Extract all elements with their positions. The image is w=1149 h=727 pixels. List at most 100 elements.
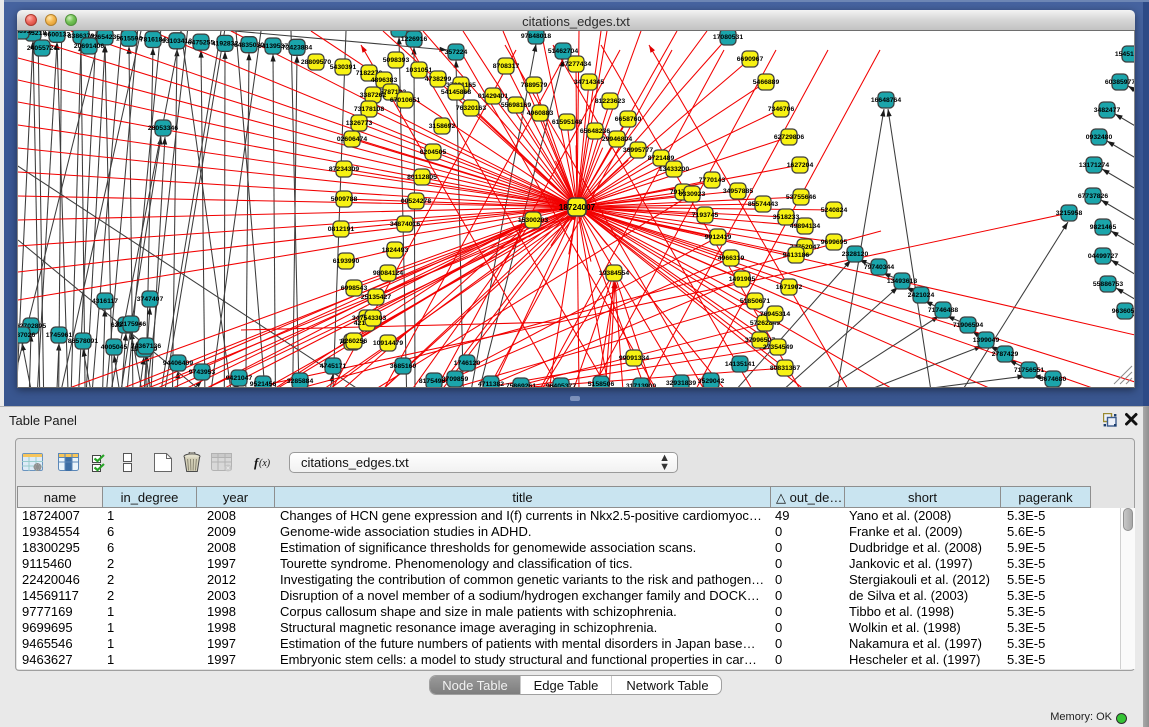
svg-text:0932480: 0932480 (1086, 134, 1113, 141)
svg-text:1326773: 1326773 (346, 120, 373, 127)
svg-text:96405377: 96405377 (546, 383, 576, 388)
svg-text:60385977: 60385977 (1105, 79, 1135, 86)
svg-text:3387262: 3387262 (360, 92, 387, 99)
svg-text:81223623: 81223623 (595, 98, 625, 105)
svg-text:71906594: 71906594 (953, 322, 983, 329)
svg-text:1627204: 1627204 (787, 162, 814, 169)
svg-text:34714345: 34714345 (574, 79, 604, 86)
svg-text:67010651: 67010651 (390, 97, 420, 104)
svg-text:0812191: 0812191 (328, 226, 355, 233)
svg-text:9821465: 9821465 (1090, 224, 1117, 231)
svg-text:5674680: 5674680 (1040, 376, 1067, 383)
svg-text:27354549: 27354549 (763, 344, 793, 351)
svg-text:7889579: 7889579 (521, 82, 548, 89)
svg-text:01429401: 01429401 (478, 93, 508, 100)
svg-text:15451680: 15451680 (1115, 51, 1135, 58)
svg-text:31713900: 31713900 (626, 383, 656, 388)
svg-text:67737826: 67737826 (1078, 193, 1108, 200)
svg-text:99091334: 99091334 (619, 355, 649, 362)
svg-text:0330923: 0330923 (679, 191, 706, 198)
svg-text:3709859: 3709859 (442, 376, 469, 383)
svg-text:85574443: 85574443 (748, 201, 778, 208)
svg-text:28809570: 28809570 (301, 59, 331, 66)
svg-text:10914479: 10914479 (373, 340, 403, 347)
svg-text:32931839: 32931839 (666, 380, 696, 387)
svg-text:8708317: 8708317 (493, 63, 520, 70)
svg-text:1824493: 1824493 (382, 247, 409, 254)
svg-text:55698169: 55698169 (501, 102, 531, 109)
svg-text:00524278: 00524278 (401, 198, 431, 205)
svg-text:62729806: 62729806 (774, 134, 804, 141)
svg-text:3158692: 3158692 (429, 123, 456, 130)
svg-text:61595148: 61595148 (552, 119, 582, 126)
svg-text:5430391: 5430391 (330, 64, 357, 71)
svg-text:3685160: 3685160 (390, 363, 417, 370)
svg-text:4711382: 4711382 (478, 381, 504, 388)
svg-text:51850671: 51850671 (740, 298, 770, 305)
svg-text:73178108: 73178108 (354, 106, 384, 113)
svg-text:51462704: 51462704 (548, 48, 578, 55)
svg-text:3747407: 3747407 (137, 296, 164, 303)
svg-text:3518233: 3518233 (773, 214, 800, 221)
svg-text:36995777: 36995777 (623, 147, 653, 154)
svg-text:6475255: 6475255 (188, 39, 215, 46)
svg-text:1671902: 1671902 (776, 284, 803, 291)
svg-text:6658760: 6658760 (615, 116, 642, 123)
svg-text:9699695: 9699695 (821, 239, 848, 246)
svg-text:357224: 357224 (445, 49, 468, 56)
svg-text:17080531: 17080531 (713, 34, 743, 41)
svg-text:3285884: 3285884 (287, 378, 314, 385)
svg-text:1615594: 1615594 (116, 35, 143, 42)
svg-text:9743953: 9743953 (189, 369, 216, 376)
svg-text:34874016: 34874016 (390, 221, 420, 228)
svg-text:20691406: 20691406 (74, 43, 104, 50)
svg-text:4896383: 4896383 (371, 77, 398, 84)
svg-text:25135427: 25135427 (361, 294, 391, 301)
svg-text:49894134: 49894134 (790, 223, 820, 230)
svg-text:76945314: 76945314 (760, 311, 790, 318)
svg-text:34957885: 34957885 (723, 188, 753, 195)
svg-text:24055724: 24055724 (27, 45, 57, 52)
svg-text:9600133: 9600133 (44, 32, 71, 39)
svg-text:7187026: 7187026 (18, 332, 35, 339)
svg-text:5098393: 5098393 (383, 57, 410, 64)
svg-text:9912419: 9912419 (705, 234, 732, 241)
svg-text:1031051: 1031051 (406, 67, 433, 74)
svg-text:8148932: 8148932 (18, 31, 34, 35)
svg-text:5240824: 5240824 (821, 207, 848, 214)
svg-text:(x): (x) (259, 458, 271, 469)
svg-text:9421047: 9421047 (226, 375, 253, 382)
svg-text:1491905: 1491905 (729, 276, 756, 283)
svg-text:76320163: 76320163 (456, 105, 486, 112)
svg-text:02606474: 02606474 (337, 136, 367, 143)
svg-text:9521456: 9521456 (250, 381, 277, 388)
svg-text:16648764: 16648764 (871, 97, 901, 104)
svg-text:1226916: 1226916 (401, 36, 428, 43)
svg-text:80112805: 80112805 (407, 174, 437, 181)
svg-text:74367136: 74367136 (131, 343, 161, 350)
svg-text:87277434: 87277434 (561, 61, 591, 68)
svg-text:54145868: 54145868 (441, 89, 471, 96)
svg-text:7193745: 7193745 (692, 212, 719, 219)
svg-text:4745171: 4745171 (320, 363, 347, 370)
svg-text:98084124: 98084124 (373, 270, 403, 277)
svg-text:3215958: 3215958 (1056, 210, 1083, 217)
svg-text:28053346: 28053346 (148, 125, 178, 132)
svg-text:3529042: 3529042 (698, 378, 725, 385)
svg-text:2787429: 2787429 (992, 351, 1019, 358)
svg-text:7346706: 7346706 (768, 106, 795, 113)
svg-text:5009788: 5009788 (331, 196, 358, 203)
svg-text:82175946: 82175946 (116, 321, 146, 328)
svg-text:53755646: 53755646 (786, 194, 816, 201)
svg-text:13171274: 13171274 (1079, 162, 1109, 169)
svg-text:79740344: 79740344 (864, 264, 894, 271)
svg-text:86578091: 86578091 (68, 338, 98, 345)
svg-text:5466889: 5466889 (753, 79, 780, 86)
svg-text:65648236: 65648236 (580, 128, 610, 135)
svg-text:2260256: 2260256 (341, 338, 368, 345)
svg-text:04499727: 04499727 (1088, 253, 1118, 260)
svg-text:19384554: 19384554 (599, 270, 629, 277)
svg-text:3482477: 3482477 (1094, 107, 1121, 114)
svg-text:4966319: 4966319 (718, 255, 745, 262)
svg-text:15300203: 15300203 (518, 217, 548, 224)
